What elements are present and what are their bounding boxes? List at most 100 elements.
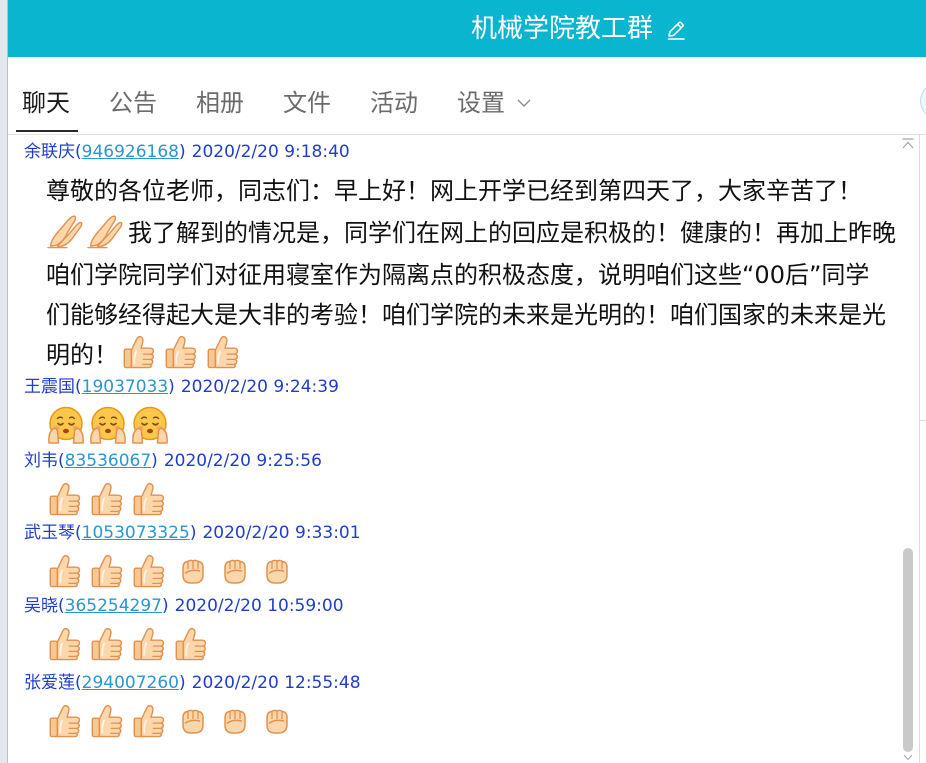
thumbs-up-icon	[88, 552, 126, 590]
message-line: 们能够经得起大是大非的考验！咱们学院的未来是光明的！咱们国家的未来是光	[46, 292, 900, 332]
tab-label: 相册	[196, 89, 244, 117]
message-emoji-row	[8, 622, 900, 666]
message-header: 王震国 19037033 2020/2/20 9:24:39	[8, 375, 900, 399]
fist-icon	[177, 705, 209, 737]
message-header: 余联庆 946926168 2020/2/20 9:18:40	[8, 140, 900, 164]
inline-emoji-group	[46, 211, 126, 249]
sender-name[interactable]: 王震国	[24, 377, 75, 397]
message-text: 尊敬的各位老师，同志们：早上好！网上开学已经到第四天了，大家辛苦了！	[46, 176, 862, 205]
thumbs-up-icon	[88, 625, 126, 663]
fist-icon	[219, 705, 251, 737]
sender-qq: 1053073325	[75, 523, 196, 543]
sender-qq-link[interactable]: 365254297	[65, 596, 162, 616]
sender-qq-link[interactable]: 946926168	[82, 142, 179, 162]
side-round-button[interactable]	[920, 80, 926, 122]
tab-activities[interactable]: 活动	[370, 86, 418, 120]
sender-qq: 19037033	[75, 377, 175, 397]
message-list[interactable]: 余联庆 946926168 2020/2/20 9:18:40 尊敬的各位老师，同志…	[8, 135, 900, 763]
background-window-edge	[0, 0, 8, 763]
round-button-shape	[920, 83, 926, 119]
thumbs-up-icon	[130, 480, 168, 518]
message-emoji-row	[8, 549, 900, 593]
message-text: 咱们学院同学们对征用寝室作为隔离点的积极态度，说明咱们这些“00后”同学	[46, 260, 870, 289]
thumbs-up-icon	[46, 552, 84, 590]
tab-label: 文件	[283, 89, 331, 117]
message: 吴晓 365254297 2020/2/20 10:59:00	[8, 594, 900, 666]
sender-qq-link[interactable]: 83536067	[65, 451, 152, 471]
group-chat-window: 机械学院教工群 聊天 公告 相册 文件 活动 设置 余联庆 946926168 20…	[8, 0, 926, 763]
fist-icon	[177, 555, 209, 587]
sender-name[interactable]: 吴晓	[24, 596, 58, 616]
thumbs-up-icon	[88, 702, 126, 740]
tab-settings[interactable]: 设置	[457, 86, 531, 120]
thumbs-up-icon	[46, 625, 84, 663]
message-text: 明的！	[46, 340, 118, 369]
message-line: 明的！	[46, 332, 900, 372]
scrollbar-thumb[interactable]	[903, 548, 913, 752]
message-emoji-row	[8, 477, 900, 521]
thumbs-up-icon	[120, 333, 158, 371]
thumbs-up-icon	[130, 552, 168, 590]
pencil-icon[interactable]	[665, 19, 687, 41]
sender-qq-link[interactable]: 1053073325	[82, 523, 190, 543]
fist-icon	[219, 555, 251, 587]
fist-icon	[261, 555, 293, 587]
sender-name[interactable]: 武玉琴	[24, 523, 75, 543]
collapse-up-icon[interactable]	[901, 137, 915, 151]
pray-hands-icon	[86, 211, 124, 249]
tab-label: 公告	[109, 89, 157, 117]
sender-qq-link[interactable]: 294007260	[82, 673, 179, 693]
face-hands-icon	[46, 405, 86, 445]
thumbs-up-icon	[130, 625, 168, 663]
message-header: 张爱莲 294007260 2020/2/20 12:55:48	[8, 671, 900, 695]
message-emoji-row	[8, 699, 900, 743]
message-line: 咱们学院同学们对征用寝室作为隔离点的积极态度，说明咱们这些“00后”同学	[46, 252, 900, 292]
sender-name[interactable]: 刘韦	[24, 451, 58, 471]
thumbs-up-icon	[88, 480, 126, 518]
chevron-down-icon[interactable]	[903, 754, 913, 761]
sender-qq-link[interactable]: 19037033	[82, 377, 169, 397]
group-title: 机械学院教工群	[471, 14, 654, 44]
sender-name[interactable]: 余联庆	[24, 142, 75, 162]
sender-qq: 946926168	[75, 142, 186, 162]
inline-emoji-group	[120, 333, 246, 371]
message-time: 2020/2/20 10:59:00	[174, 596, 344, 616]
message-header: 刘韦 83536067 2020/2/20 9:25:56	[8, 449, 900, 473]
thumbs-up-icon	[46, 480, 84, 518]
chevron-down-icon[interactable]	[517, 99, 531, 107]
message-time: 2020/2/20 9:18:40	[191, 142, 350, 162]
tab-label: 活动	[370, 89, 418, 117]
thumbs-up-icon	[162, 333, 200, 371]
pray-hands-icon	[46, 211, 84, 249]
tab-chat[interactable]: 聊天	[16, 86, 78, 132]
fist-icon	[261, 705, 293, 737]
message: 余联庆 946926168 2020/2/20 9:18:40 尊敬的各位老师，同志…	[8, 140, 900, 372]
message-line: 我了解到的情况是，同学们在网上的回应是积极的！健康的！再加上昨晚	[46, 208, 900, 252]
message: 武玉琴 1053073325 2020/2/20 9:33:01	[8, 521, 900, 593]
tab-announcements[interactable]: 公告	[109, 86, 157, 120]
thumbs-up-icon	[172, 625, 210, 663]
message-body: 尊敬的各位老师，同志们：早上好！网上开学已经到第四天了，大家辛苦了！ 我了解到的…	[8, 168, 900, 372]
side-panel-tick	[919, 420, 926, 421]
message: 刘韦 83536067 2020/2/20 9:25:56	[8, 449, 900, 521]
message-header: 武玉琴 1053073325 2020/2/20 9:33:01	[8, 521, 900, 545]
thumbs-up-icon	[46, 702, 84, 740]
face-hands-icon	[88, 405, 128, 445]
sender-qq: 294007260	[75, 673, 186, 693]
side-panel-divider	[919, 135, 920, 763]
message-time: 2020/2/20 12:55:48	[191, 673, 361, 693]
thumbs-up-icon	[204, 333, 242, 371]
face-hands-icon	[130, 405, 170, 445]
thumbs-up-icon	[130, 702, 168, 740]
tab-album[interactable]: 相册	[196, 86, 244, 120]
sender-name[interactable]: 张爱莲	[24, 673, 75, 693]
tab-bar: 聊天 公告 相册 文件 活动 设置	[16, 86, 531, 132]
message-time: 2020/2/20 9:24:39	[180, 377, 339, 397]
message: 王震国 19037033 2020/2/20 9:24:39	[8, 375, 900, 447]
sender-qq: 365254297	[58, 596, 169, 616]
message-time: 2020/2/20 9:25:56	[163, 451, 322, 471]
message-time: 2020/2/20 9:33:01	[202, 523, 361, 543]
tab-files[interactable]: 文件	[283, 86, 331, 120]
message-text: 我了解到的情况是，同学们在网上的回应是积极的！健康的！再加上昨晚	[128, 218, 896, 247]
title-bar: 机械学院教工群	[8, 0, 926, 57]
